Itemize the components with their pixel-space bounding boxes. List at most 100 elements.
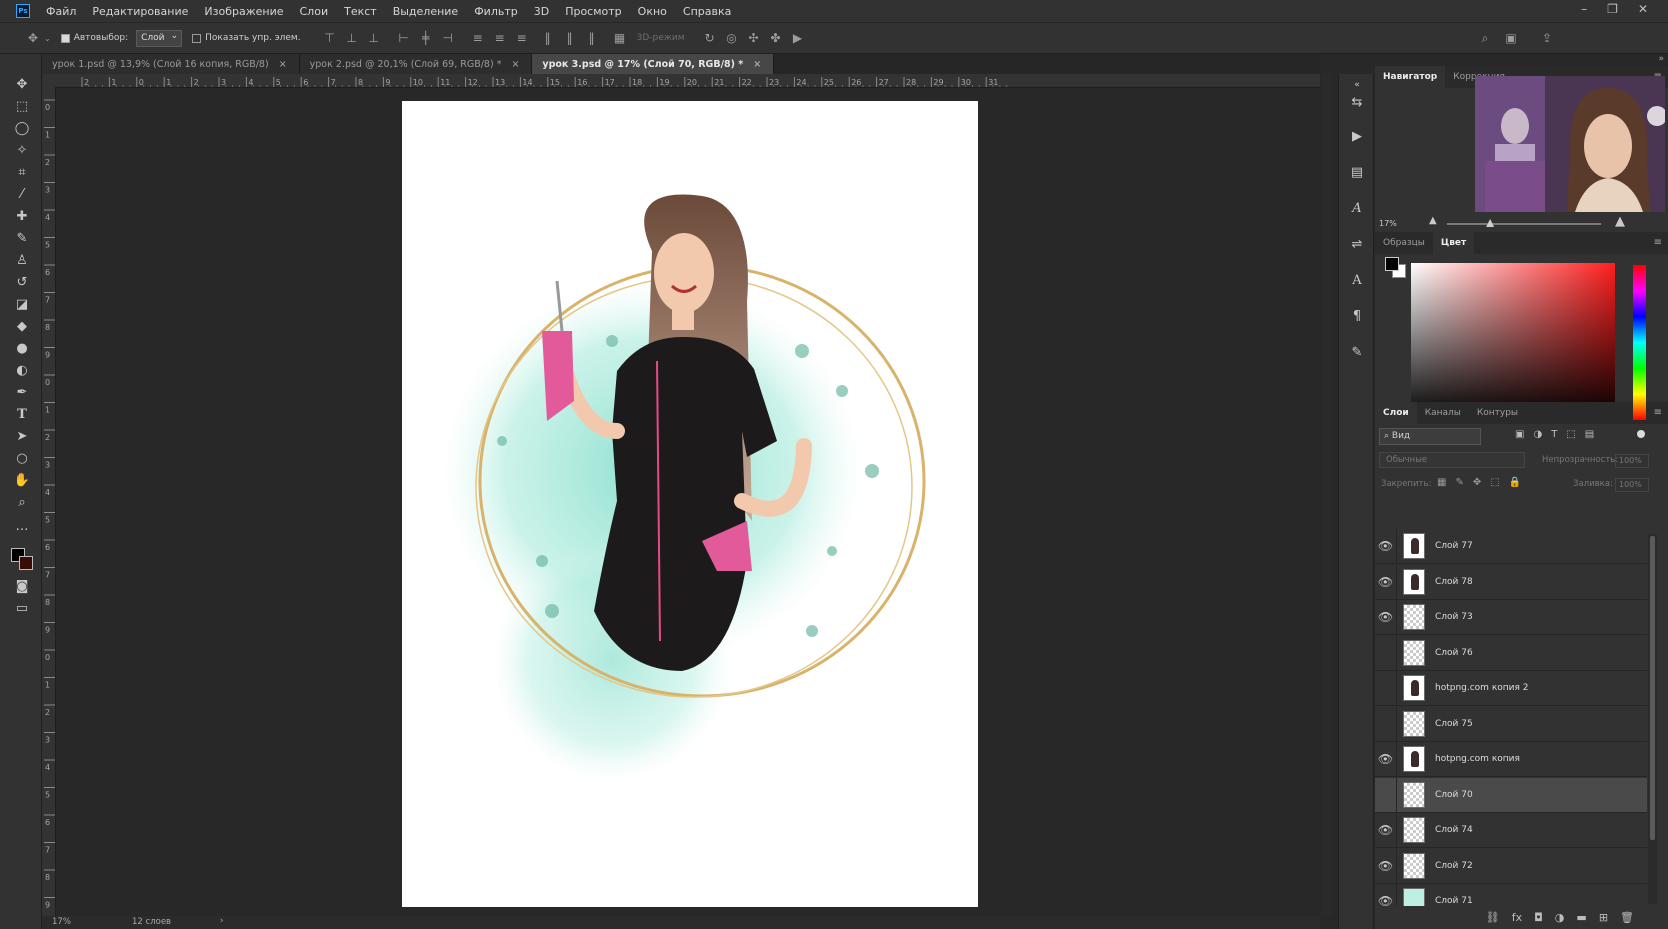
move-tool-preset-icon[interactable]: ✥ [26, 31, 40, 45]
align-hcenter-icon[interactable]: ╪ [419, 31, 433, 45]
share-icon[interactable]: ⇪ [1540, 31, 1554, 45]
blend-mode-dropdown[interactable]: Обычные [1379, 452, 1525, 468]
preset-chevron-icon[interactable]: ⌄ [44, 34, 51, 43]
filter-adjust-icon[interactable]: ◑ [1533, 429, 1542, 440]
trash-icon[interactable]: 🗑 [1620, 911, 1634, 924]
status-zoom[interactable]: 17% [52, 917, 71, 927]
document-canvas[interactable] [402, 101, 978, 907]
quick-mask-icon[interactable]: ◙ [13, 578, 31, 596]
layer-visibility-toggle[interactable]: 👁 [1375, 635, 1397, 670]
actions-play-icon[interactable]: ▶ [1348, 128, 1366, 146]
lock-transparent-icon[interactable]: ▦ [1437, 477, 1446, 488]
layer-visibility-toggle[interactable]: 👁 [1375, 848, 1397, 883]
layer-row[interactable]: 👁 hotpng.com копия [1375, 742, 1647, 777]
distribute-right-icon[interactable]: ‖ [585, 31, 599, 45]
lock-position-icon[interactable]: ✥ [1473, 477, 1481, 488]
menu-type[interactable]: Текст [336, 5, 385, 18]
layer-row[interactable]: 👁 hotpng.com копия 2 [1375, 671, 1647, 706]
horizontal-ruler[interactable]: 2 1 0 1 2 3 4 5 6 7 8 9 10 11 12 13 14 15 16 17 18 19 20 21 22 23… [55, 74, 1320, 88]
crop-tool-icon[interactable]: ⌗ [13, 164, 31, 182]
workspace-icon[interactable]: ▣ [1504, 31, 1518, 45]
zoom-out-icon[interactable]: ▲ [1429, 215, 1437, 226]
character-icon[interactable]: A [1348, 272, 1366, 290]
layer-row[interactable]: 👁 Слой 72 [1375, 848, 1647, 884]
layer-name[interactable]: hotpng.com копия [1435, 754, 1520, 764]
layer-name[interactable]: Слой 71 [1435, 896, 1473, 906]
new-group-icon[interactable]: ▬ [1576, 911, 1586, 924]
layer-thumbnail[interactable] [1403, 781, 1425, 808]
layer-row[interactable]: 👁 Слой 75 [1375, 706, 1647, 742]
align-right-icon[interactable]: ⊣ [441, 31, 455, 45]
layers-scrollbar[interactable] [1648, 534, 1657, 904]
paint-bucket-icon[interactable]: ◆ [13, 318, 31, 336]
brush-tool-icon[interactable]: ✎ [13, 230, 31, 248]
close-tab-icon[interactable]: × [753, 59, 761, 70]
eyedropper-icon[interactable]: ⁄ [13, 186, 31, 204]
menu-filter[interactable]: Фильтр [466, 5, 526, 18]
clone-stamp-icon[interactable]: ♙ [13, 252, 31, 270]
3d-scale-icon[interactable]: ▶ [791, 31, 805, 45]
layer-name[interactable]: Слой 77 [1435, 541, 1473, 551]
tab-navigator[interactable]: Навигатор [1375, 66, 1446, 88]
lasso-tool-icon[interactable]: ◯ [13, 120, 31, 138]
layer-visibility-toggle[interactable]: 👁 [1375, 600, 1397, 634]
zoom-slider[interactable] [1447, 219, 1601, 227]
layer-thumbnail[interactable] [1403, 604, 1425, 630]
menu-select[interactable]: Выделение [385, 5, 467, 18]
ellipse-tool-icon[interactable]: ○ [13, 450, 31, 468]
layer-visibility-toggle[interactable]: 👁 [1375, 742, 1397, 776]
new-adjustment-icon[interactable]: ◑ [1555, 911, 1565, 924]
healing-brush-icon[interactable]: ✚ [13, 208, 31, 226]
distribute-top-icon[interactable]: ≡ [471, 31, 485, 45]
restore-icon[interactable]: ❐ [1607, 2, 1618, 16]
layer-thumbnail[interactable] [1403, 639, 1425, 666]
ruler-corner[interactable] [42, 74, 56, 88]
menu-image[interactable]: Изображение [196, 5, 291, 18]
collapse-panels-icon[interactable]: » [1658, 54, 1664, 64]
search-icon[interactable]: ⌕ [1478, 31, 1492, 46]
layer-name[interactable]: Слой 72 [1435, 861, 1473, 871]
tab-lesson-2[interactable]: урок 2.psd @ 20,1% (Слой 69, RGB/8) * × [299, 54, 533, 74]
paragraph-icon[interactable]: ¶ [1348, 308, 1366, 326]
layer-row[interactable]: 👁 Слой 78 [1375, 564, 1647, 600]
new-layer-icon[interactable]: ⊞ [1599, 911, 1608, 924]
layer-row[interactable]: 👁 Слой 77 [1375, 529, 1647, 564]
tab-paths[interactable]: Контуры [1469, 402, 1526, 424]
eraser-tool-icon[interactable]: ◪ [13, 296, 31, 314]
align-vcenter-icon[interactable]: ⊥ [345, 31, 359, 45]
align-bottom-icon[interactable]: ⊥ [367, 31, 381, 45]
align-top-icon[interactable]: ⊤ [323, 31, 337, 45]
show-transform-checkbox[interactable] [192, 33, 202, 43]
dodge-tool-icon[interactable]: ◐ [13, 362, 31, 380]
autoselect-dropdown[interactable]: Слой [136, 29, 183, 47]
layer-visibility-toggle[interactable]: 👁 [1375, 777, 1397, 812]
layer-name[interactable]: hotpng.com копия 2 [1435, 683, 1529, 693]
filter-toggle[interactable] [1637, 430, 1645, 438]
more-tools-icon[interactable]: … [13, 518, 31, 536]
blur-tool-icon[interactable]: ● [13, 340, 31, 358]
history-brush-icon[interactable]: ↺ [13, 274, 31, 292]
layer-thumbnail[interactable] [1403, 675, 1425, 701]
link-layers-icon[interactable]: ⛓ [1486, 911, 1500, 924]
close-tab-icon[interactable]: × [511, 59, 519, 70]
glyphs-icon[interactable]: A [1348, 200, 1366, 218]
fx-icon[interactable]: fx [1512, 911, 1522, 924]
vertical-ruler[interactable]: 0 1 2 3 4 5 6 7 8 9 0 1 2 3 4 5 6 7 8 9 0 1 2 3 4 5 6 7 8 9 [42, 88, 56, 916]
filter-pixel-icon[interactable]: ▣ [1515, 429, 1524, 440]
opacity-field[interactable]: 100% [1615, 454, 1649, 468]
libraries-icon[interactable]: ▤ [1348, 164, 1366, 182]
menu-file[interactable]: Файл [38, 5, 84, 18]
layer-thumbnail[interactable] [1403, 710, 1425, 737]
marquee-tool-icon[interactable]: ⬚ [13, 98, 31, 116]
layer-row[interactable]: 👁 Слой 73 [1375, 600, 1647, 635]
type-tool-icon[interactable]: T [13, 406, 31, 424]
menu-edit[interactable]: Редактирование [84, 5, 196, 18]
zoom-in-icon[interactable]: ▲ [1615, 214, 1625, 229]
layer-name[interactable]: Слой 74 [1435, 825, 1473, 835]
brush-settings-icon[interactable]: ✎ [1348, 344, 1366, 362]
tab-color[interactable]: Цвет [1432, 232, 1475, 254]
menu-layer[interactable]: Слои [292, 5, 337, 18]
layer-name[interactable]: Слой 76 [1435, 648, 1473, 658]
3d-slide-icon[interactable]: ✤ [769, 31, 783, 45]
filter-type-icon[interactable]: T [1551, 429, 1557, 440]
